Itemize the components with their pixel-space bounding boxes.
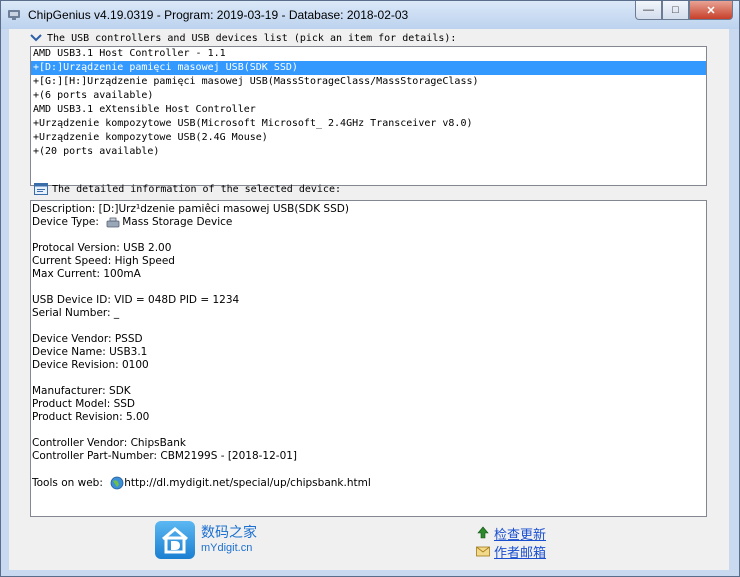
close-icon: ✕ xyxy=(706,4,716,17)
minimize-button[interactable]: — xyxy=(635,1,662,20)
usb-list-item[interactable]: +[D:]Urządzenie pamięci masowej USB(SDK … xyxy=(31,61,706,75)
protocol-version-line: Protocal Version: USB 2.00 xyxy=(32,242,172,254)
usb-list-label: The USB controllers and USB devices list… xyxy=(29,32,456,44)
device-details-panel[interactable]: Description: [D:]Urz¹dzenie pamiêci maso… xyxy=(30,200,707,517)
client-area: The USB controllers and USB devices list… xyxy=(9,29,729,570)
product-revision-line: Product Revision: 5.00 xyxy=(32,411,150,423)
details-label: The detailed information of the selected… xyxy=(34,183,341,195)
details-label-text: The detailed information of the selected… xyxy=(52,183,341,195)
update-arrow-icon xyxy=(477,526,489,539)
chevron-down-icon xyxy=(30,34,42,42)
window-title: ChipGenius v4.19.0319 - Program: 2019-03… xyxy=(28,8,409,22)
controller-part-number-line: Controller Part-Number: CBM2199S - [2018… xyxy=(32,450,298,462)
current-speed-line: Current Speed: High Speed xyxy=(32,255,175,267)
usb-drive-icon xyxy=(106,217,120,227)
maximize-button[interactable]: □ xyxy=(662,1,689,20)
author-email-text: 作者邮箱 xyxy=(494,544,547,560)
house-d-icon xyxy=(162,527,188,554)
controller-vendor-line: Controller Vendor: ChipsBank xyxy=(32,437,186,449)
device-type-value: Mass Storage Device xyxy=(122,216,233,228)
usb-list-item[interactable]: +(20 ports available) xyxy=(31,145,706,159)
usb-list-item[interactable]: +Urządzenie kompozytowe USB(Microsoft Mi… xyxy=(31,117,706,131)
logo-chinese-name: 数码之家 xyxy=(201,524,257,540)
mydigit-logo[interactable]: 数码之家 mYdigit.cn xyxy=(155,521,257,559)
tools-url-link[interactable]: http://dl.mydigit.net/special/up/chipsba… xyxy=(124,477,371,489)
title-bar[interactable]: ChipGenius v4.19.0319 - Program: 2019-03… xyxy=(1,1,739,29)
check-update-link[interactable]: 检查更新 xyxy=(475,524,546,542)
usb-list-item[interactable]: AMD USB3.1 eXtensible Host Controller xyxy=(31,103,706,117)
usb-device-id-line: USB Device ID: VID = 048D PID = 1234 xyxy=(32,294,240,306)
manufacturer-line: Manufacturer: SDK xyxy=(32,385,131,397)
mail-icon xyxy=(476,546,490,557)
usb-list-item[interactable]: +Urządzenie kompozytowe USB(2.4G Mouse) xyxy=(31,131,706,145)
device-vendor-line: Device Vendor: PSSD xyxy=(32,333,143,345)
device-name-line: Device Name: USB3.1 xyxy=(32,346,148,358)
globe-icon xyxy=(110,476,124,490)
check-update-text: 检查更新 xyxy=(494,526,547,542)
usb-list-label-text: The USB controllers and USB devices list… xyxy=(47,32,457,44)
device-revision-line: Device Revision: 0100 xyxy=(32,359,149,371)
info-window-icon xyxy=(34,183,48,195)
description-line: Description: [D:]Urz¹dzenie pamiêci maso… xyxy=(32,203,349,215)
tools-label: Tools on web: xyxy=(32,477,103,489)
usb-device-list[interactable]: AMD USB3.1 Host Controller - 1.1 +[D:]Urz… xyxy=(30,46,707,186)
device-type-line: Device Type: Mass Storage Device xyxy=(32,216,706,229)
maximize-icon: □ xyxy=(672,4,679,16)
footer-links: 检查更新 作者邮箱 xyxy=(475,524,546,560)
app-window: ChipGenius v4.19.0319 - Program: 2019-03… xyxy=(0,0,740,577)
minimize-icon: — xyxy=(643,4,654,16)
tools-on-web-line: Tools on web: http://dl.mydigit.net/spec… xyxy=(32,476,706,490)
logo-url: mYdigit.cn xyxy=(201,542,253,554)
mydigit-logo-icon xyxy=(155,521,195,559)
app-icon xyxy=(8,10,20,20)
max-current-line: Max Current: 100mA xyxy=(32,268,141,280)
usb-list-item[interactable]: +(6 ports available) xyxy=(31,89,706,103)
author-email-link[interactable]: 作者邮箱 xyxy=(475,542,546,560)
usb-list-item[interactable]: AMD USB3.1 Host Controller - 1.1 xyxy=(31,47,706,61)
window-controls: — □ ✕ xyxy=(635,1,733,21)
device-type-label: Device Type: xyxy=(32,216,99,228)
product-model-line: Product Model: SSD xyxy=(32,398,136,410)
usb-list-item[interactable]: +[G:][H:]Urządzenie pamięci masowej USB(… xyxy=(31,75,706,89)
serial-number-line: Serial Number: _ xyxy=(32,307,120,319)
close-button[interactable]: ✕ xyxy=(689,1,733,20)
mydigit-logo-text: 数码之家 mYdigit.cn xyxy=(201,524,257,556)
